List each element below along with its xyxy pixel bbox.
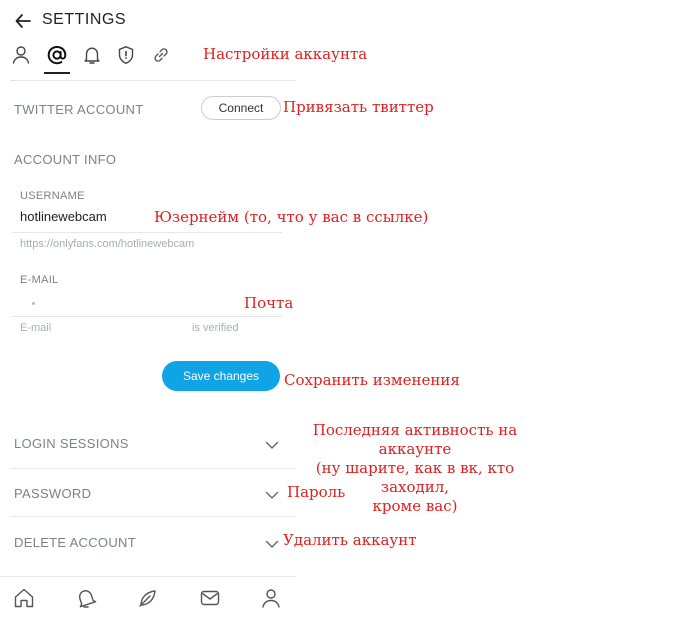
username-underline [12,232,282,233]
email-placeholder: E-mail [20,322,52,334]
bell-icon [81,47,103,70]
active-tab-indicator [44,72,70,74]
tab-security[interactable] [115,44,137,66]
message-icon[interactable] [198,586,222,610]
annotation-account-settings: Настройки аккаунта [203,45,368,63]
annotation-username: Юзернейм (то, что у вас в ссылке) [154,208,429,226]
header-divider [10,80,295,81]
account-info-label: ACCOUNT INFO [14,152,117,167]
row-divider [10,468,295,469]
password-label[interactable]: PASSWORD [14,486,91,501]
email-underline [12,316,282,317]
annotation-save: Сохранить изменения [284,371,460,389]
login-sessions-label[interactable]: LOGIN SESSIONS [14,436,129,451]
tab-profile[interactable] [10,44,32,66]
back-arrow-icon[interactable] [14,12,32,30]
feather-icon[interactable] [136,586,160,610]
email-label: E-MAIL [20,274,59,286]
annotation-delete: Удалить аккаунт [283,531,417,549]
username-label: USERNAME [20,190,85,202]
annotation-password: Пароль [287,483,346,501]
twitter-account-label: TWITTER ACCOUNT [14,102,144,117]
chevron-down-icon[interactable] [265,536,279,548]
link-icon [150,48,172,70]
tab-links[interactable] [150,44,172,66]
shield-icon [115,46,137,70]
profile-icon[interactable] [259,586,283,610]
email-field[interactable] [32,302,35,305]
at-icon [46,45,68,70]
row-divider [10,516,295,517]
annotation-link-twitter: Привязать твиттер [283,98,434,116]
annotation-line: Последняя активность на аккаунте [312,421,518,458]
chevron-down-icon[interactable] [265,487,279,499]
tab-account[interactable] [46,44,68,66]
home-icon[interactable] [12,586,36,610]
delete-account-label[interactable]: DELETE ACCOUNT [14,535,136,550]
profile-url-hint: https://onlyfans.com/hotlinewebcam [20,238,195,250]
connect-twitter-button[interactable]: Connect [201,96,281,120]
page-title: SETTINGS [42,11,127,28]
notification-bell-icon[interactable] [74,586,98,610]
tab-notifications[interactable] [81,44,103,66]
chevron-down-icon[interactable] [265,437,279,449]
annotation-login-sessions: Последняя активность на аккаунте (ну шар… [280,421,550,516]
save-changes-button[interactable]: Save changes [162,361,280,391]
username-field[interactable]: hotlinewebcam [20,209,107,224]
user-icon [10,46,32,70]
email-verified-status: is verified [192,322,239,334]
annotation-email: Почта [244,294,294,312]
